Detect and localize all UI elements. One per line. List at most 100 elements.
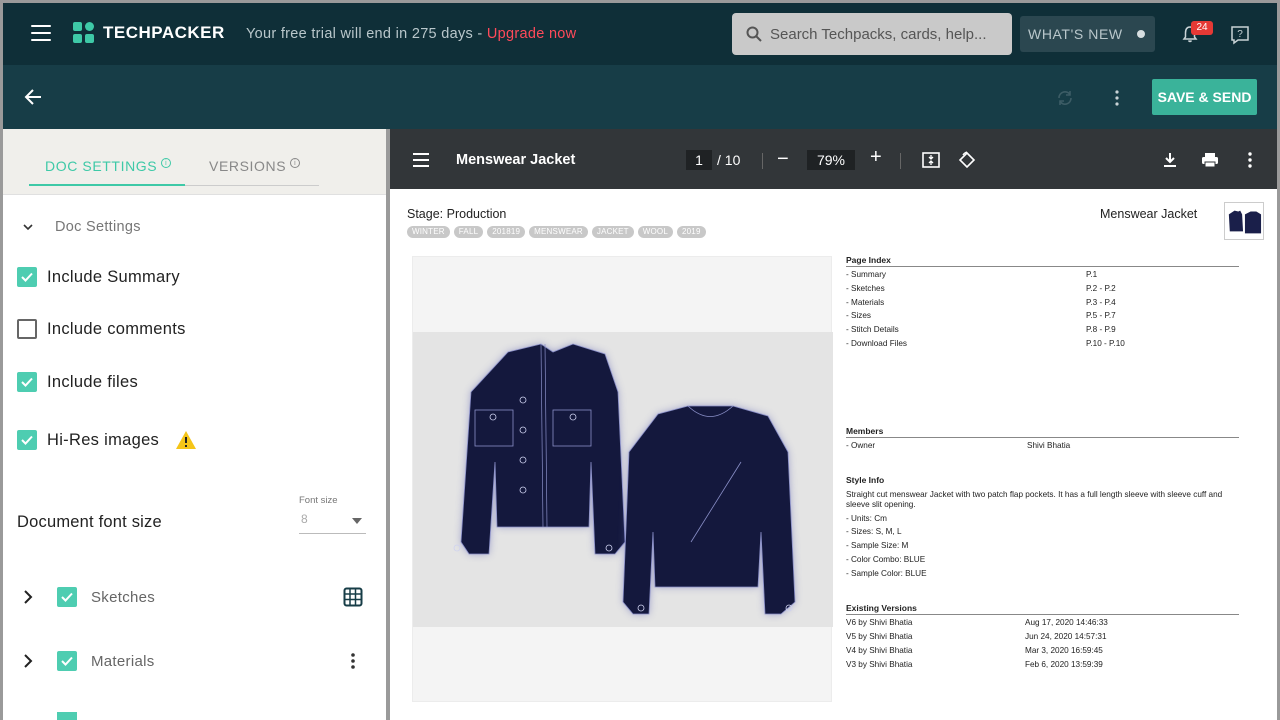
chevron-down-icon: [23, 224, 33, 231]
chevron-right-icon[interactable]: [23, 654, 33, 668]
page-index-name: - Stitch Details: [846, 325, 899, 334]
list-item: - Owner Shivi Bhatia: [846, 441, 1239, 453]
search-input[interactable]: [770, 25, 1000, 43]
dropdown-arrow-icon: [352, 518, 362, 524]
include-files-checkbox[interactable]: [17, 372, 37, 392]
font-size-value-field[interactable]: 8: [299, 512, 366, 534]
upgrade-link[interactable]: Upgrade now: [487, 26, 577, 42]
logo-text: TECHPACKER: [103, 23, 225, 42]
tag: MENSWEAR: [529, 226, 588, 238]
font-size-label: Document font size: [17, 513, 162, 531]
download-icon[interactable]: [1161, 151, 1179, 169]
group-partial[interactable]: [23, 712, 363, 720]
warning-icon[interactable]: [175, 430, 197, 450]
member-name: Shivi Bhatia: [1027, 441, 1071, 450]
more-vert-icon[interactable]: [1113, 89, 1121, 107]
zoom-level-input[interactable]: 79%: [807, 150, 855, 170]
tag: WINTER: [407, 226, 450, 238]
option-hi-res-images[interactable]: Hi-Res images: [17, 430, 197, 450]
include-summary-label: Include Summary: [47, 267, 180, 286]
print-icon[interactable]: [1201, 151, 1219, 169]
include-comments-checkbox[interactable]: [17, 319, 37, 339]
sync-icon[interactable]: [1056, 89, 1074, 107]
hi-res-images-label: Hi-Res images: [47, 430, 160, 449]
trial-notice: Your free trial will end in 275 days - U…: [246, 26, 576, 42]
font-size-value: 8: [301, 512, 308, 526]
notification-badge: 24: [1191, 21, 1213, 35]
list-item: - Sketches P.2 - P.2: [846, 284, 1239, 296]
jacket-sketch-image: [453, 343, 796, 615]
group-materials[interactable]: Materials: [23, 648, 363, 674]
version-date: Feb 6, 2020 13:59:39: [1025, 660, 1103, 669]
page-index-name: - Download Files: [846, 339, 907, 348]
grid-icon[interactable]: [343, 587, 363, 607]
page-index-page: P.8 - P.9: [1086, 325, 1116, 334]
materials-checkbox[interactable]: [57, 651, 77, 671]
include-comments-label: Include comments: [47, 319, 186, 338]
logo[interactable]: TECHPACKER: [73, 22, 225, 44]
search-icon: [746, 26, 762, 42]
tab-doc-settings[interactable]: DOC SETTINGS i: [45, 158, 172, 174]
more-vert-icon[interactable]: [343, 651, 363, 671]
option-include-summary[interactable]: Include Summary: [17, 267, 180, 287]
whats-new-dot-icon: [1136, 30, 1145, 38]
tag: FALL: [453, 226, 484, 238]
version-name: V4 by Shivi Bhatia: [846, 646, 913, 655]
save-and-send-button[interactable]: SAVE & SEND: [1152, 79, 1257, 115]
version-date: Jun 24, 2020 14:57:31: [1025, 632, 1107, 641]
option-include-files[interactable]: Include files: [17, 372, 138, 392]
tag: JACKET: [591, 226, 634, 238]
style-description: Straight cut menswear Jacket with two pa…: [846, 490, 1223, 509]
sketches-checkbox[interactable]: [57, 587, 77, 607]
whats-new-label: WHAT'S NEW: [1028, 26, 1123, 42]
tab-versions[interactable]: VERSIONS i: [209, 158, 301, 174]
zoom-out-button[interactable]: −: [777, 148, 789, 171]
sketch-image: [413, 332, 833, 627]
info-icon: i: [161, 158, 172, 169]
list-item: V5 by Shivi Bhatia Jun 24, 2020 14:57:31: [846, 632, 1239, 644]
page-index-page: P.1: [1086, 270, 1098, 279]
list-item: - Stitch Details P.8 - P.9: [846, 325, 1239, 337]
zoom-in-button[interactable]: +: [870, 146, 882, 169]
tab-doc-settings-label: DOC SETTINGS: [45, 158, 158, 174]
fit-page-icon[interactable]: [922, 151, 940, 169]
hamburger-menu-icon[interactable]: [31, 25, 51, 41]
tab-bar: DOC SETTINGS i VERSIONS i: [3, 129, 386, 195]
more-vert-icon[interactable]: [1241, 151, 1259, 169]
hi-res-images-checkbox[interactable]: [17, 430, 37, 450]
pdf-toolbar: Menswear Jacket 1 / 10 − 79% +: [390, 129, 1277, 189]
font-size-select[interactable]: Font size 8: [299, 495, 366, 534]
search-box[interactable]: [732, 13, 1012, 55]
page-index-page: P.3 - P.4: [1086, 298, 1116, 307]
partial-checkbox[interactable]: [57, 712, 77, 720]
page-index-name: - Sketches: [846, 284, 885, 293]
style-info-heading: Style Info: [846, 475, 885, 485]
group-materials-label: Materials: [91, 652, 155, 670]
page-number-input[interactable]: 1: [686, 150, 712, 170]
section-title: Doc Settings: [55, 219, 141, 235]
viewer-menu-icon[interactable]: [413, 153, 429, 167]
list-item: - Sizes: S, M, L: [846, 527, 902, 536]
list-item: - Summary P.1: [846, 270, 1239, 282]
chevron-right-icon[interactable]: [23, 590, 33, 604]
page-index-page: P.5 - P.7: [1086, 311, 1116, 320]
whats-new-button[interactable]: WHAT'S NEW: [1020, 16, 1155, 52]
option-include-comments[interactable]: Include comments: [17, 319, 186, 339]
sketch-image-panel: [412, 256, 833, 702]
rotate-icon[interactable]: [958, 151, 976, 169]
tab-versions-label: VERSIONS: [209, 158, 287, 174]
jacket-thumbnail: [1224, 202, 1264, 240]
group-sketches[interactable]: Sketches: [23, 584, 363, 610]
page-index-name: - Sizes: [846, 311, 872, 320]
doc-settings-section-header[interactable]: Doc Settings: [23, 219, 141, 235]
version-date: Aug 17, 2020 14:46:33: [1025, 618, 1108, 627]
settings-panel: DOC SETTINGS i VERSIONS i Doc Settings Inc…: [3, 129, 386, 720]
version-name: V5 by Shivi Bhatia: [846, 632, 913, 641]
info-icon: i: [290, 158, 301, 169]
document-page: Stage: Production WINTER FALL 201819 MEN…: [390, 189, 1277, 720]
list-item: - Materials P.3 - P.4: [846, 298, 1239, 310]
help-icon[interactable]: ?: [1230, 25, 1250, 45]
toolbar-separator: [900, 153, 901, 169]
back-arrow-icon[interactable]: [23, 88, 43, 106]
include-summary-checkbox[interactable]: [17, 267, 37, 287]
